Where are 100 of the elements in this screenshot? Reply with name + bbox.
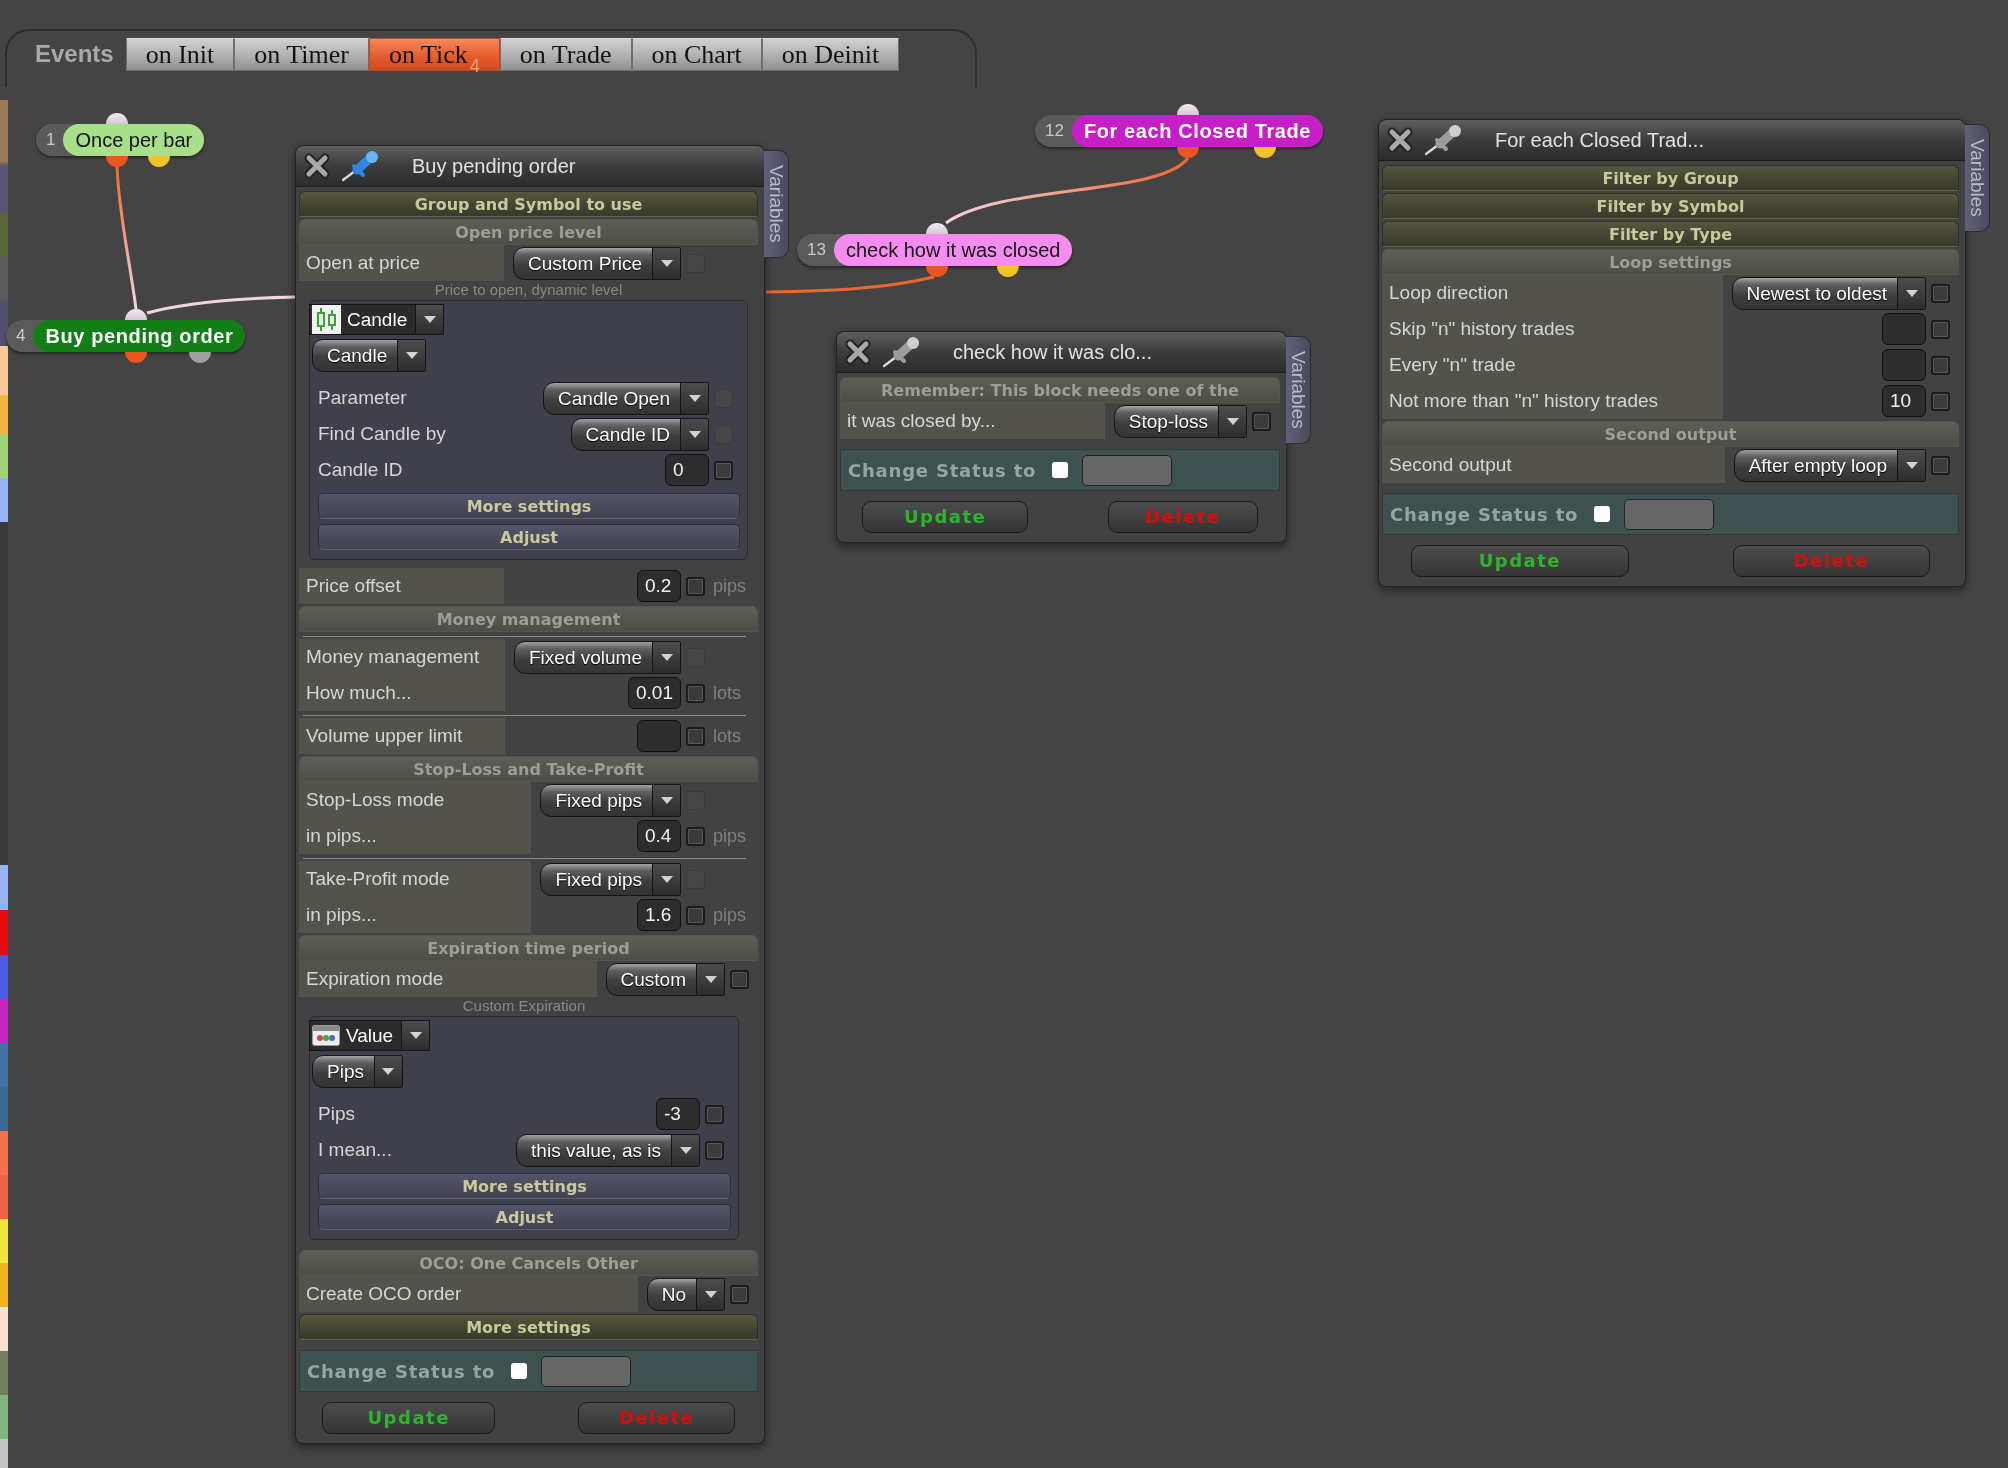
checkbox[interactable]	[705, 1140, 724, 1160]
section-header[interactable]: Group and Symbol to use	[299, 191, 758, 217]
tab[interactable]: on Chart	[631, 38, 762, 71]
close-icon[interactable]	[303, 152, 331, 180]
status-field[interactable]	[541, 1355, 632, 1387]
checkbox[interactable]	[730, 969, 749, 989]
status-checkbox[interactable]	[1594, 506, 1611, 522]
checkbox[interactable]	[730, 1284, 749, 1304]
input-field[interactable]: 1.6	[637, 899, 681, 931]
dropdown[interactable]: Custom	[605, 962, 725, 996]
checkbox[interactable]	[714, 460, 733, 480]
checkbox[interactable]	[1931, 319, 1950, 339]
tab[interactable]: on Tick$_{4}$	[368, 38, 500, 71]
caret-icon	[680, 382, 708, 414]
flow-node[interactable]: 4 Buy pending order	[6, 320, 246, 352]
checkbox[interactable]	[686, 576, 705, 596]
checkbox[interactable]	[686, 826, 705, 846]
dropdown[interactable]: After empty loop	[1733, 448, 1926, 482]
input-port-icon[interactable]	[1177, 104, 1199, 115]
dropdown[interactable]: this value, as is	[516, 1133, 700, 1167]
section-header[interactable]: More settings	[318, 1173, 731, 1199]
output-port-icon[interactable]	[125, 352, 147, 363]
tab[interactable]: on Deinit	[761, 38, 900, 71]
caret-icon	[1897, 449, 1925, 481]
checkbox[interactable]	[705, 1104, 724, 1124]
status-field[interactable]	[1082, 454, 1173, 486]
flow-node[interactable]: 13 check how it was closed	[797, 234, 1073, 266]
source-selector[interactable]: Value	[309, 1020, 431, 1051]
output-port-icon[interactable]	[997, 266, 1019, 277]
dropdown[interactable]: Candle Open	[543, 381, 709, 415]
dropdown[interactable]: Fixed volume	[514, 640, 681, 674]
status-field[interactable]	[1624, 498, 1715, 530]
unit-label: lots	[712, 682, 741, 703]
source-selector[interactable]: Candle	[309, 304, 445, 335]
input-field[interactable]: 0.4	[637, 820, 681, 852]
field-label: Parameter	[317, 386, 408, 410]
dropdown[interactable]: Pips	[312, 1055, 403, 1088]
side-tab[interactable]: Variables	[764, 150, 789, 258]
dropdown[interactable]: Stop-loss	[1113, 404, 1247, 438]
output-port-icon[interactable]	[1177, 147, 1199, 158]
tab[interactable]: on Trade	[499, 38, 632, 71]
close-icon[interactable]	[1386, 126, 1414, 154]
checkbox[interactable]	[1931, 355, 1950, 375]
tab[interactable]: on Init	[125, 38, 235, 71]
input-field[interactable]: 0.01	[628, 677, 681, 709]
close-icon[interactable]	[844, 338, 872, 366]
section-header[interactable]: Filter by Group	[1382, 165, 1959, 191]
dropdown[interactable]: Custom Price	[512, 246, 681, 280]
section-header[interactable]: More settings	[318, 493, 740, 519]
section-header[interactable]: Adjust	[318, 1204, 731, 1230]
output-port-icon[interactable]	[189, 352, 211, 363]
side-tab[interactable]: Variables	[1965, 124, 1990, 232]
flow-node[interactable]: 1 Once per bar	[36, 124, 205, 156]
field-label: in pips...	[299, 897, 532, 933]
checkbox[interactable]	[686, 683, 705, 703]
output-port-icon[interactable]	[106, 156, 128, 167]
caret-icon	[1897, 277, 1925, 309]
checkbox[interactable]	[1931, 283, 1950, 303]
status-label: Change Status to	[307, 1359, 496, 1384]
section-header[interactable]: Filter by Symbol	[1382, 193, 1959, 219]
checkbox[interactable]	[686, 726, 705, 746]
dropdown[interactable]: Candle	[312, 339, 427, 372]
input-port-icon[interactable]	[926, 223, 948, 234]
section-header[interactable]: Filter by Type	[1382, 221, 1959, 247]
hint-text: Price to open, dynamic level	[433, 281, 624, 299]
caret-icon	[401, 1021, 430, 1050]
checkbox[interactable]	[686, 905, 705, 925]
status-checkbox[interactable]	[511, 1363, 528, 1379]
update-button[interactable]: Update	[862, 501, 1029, 533]
side-tab[interactable]: Variables	[1286, 336, 1311, 444]
tab[interactable]: on Timer	[234, 38, 369, 71]
input-port-icon[interactable]	[106, 113, 128, 124]
dropdown[interactable]: Fixed pips	[540, 862, 681, 896]
status-checkbox[interactable]	[1052, 462, 1069, 478]
flow-node[interactable]: 12 For each Closed Trade	[1035, 115, 1324, 147]
input-field[interactable]: -3	[656, 1098, 700, 1130]
input-field[interactable]	[1882, 313, 1926, 345]
dropdown[interactable]: Candle ID	[570, 417, 709, 451]
input-field[interactable]	[1882, 349, 1926, 381]
dropdown[interactable]: Newest to oldest	[1731, 276, 1926, 310]
output-port-icon[interactable]	[1254, 147, 1276, 158]
dropdown[interactable]: No	[646, 1277, 725, 1311]
node-number: 1	[46, 129, 56, 152]
section-header[interactable]: Adjust	[318, 524, 740, 550]
input-field[interactable]: 10	[1882, 385, 1926, 417]
checkbox[interactable]	[1931, 391, 1950, 411]
field-label: Pips	[317, 1102, 356, 1126]
input-field[interactable]: 0	[665, 454, 709, 486]
candle-chart-icon	[312, 305, 341, 334]
section-header[interactable]: More settings	[299, 1314, 758, 1340]
input-port-icon[interactable]	[125, 309, 147, 320]
output-port-icon[interactable]	[926, 266, 948, 277]
output-port-icon[interactable]	[148, 156, 170, 167]
dropdown[interactable]: Fixed pips	[540, 783, 681, 817]
update-button[interactable]: Update	[1410, 545, 1629, 577]
input-field[interactable]: 0.2	[637, 570, 681, 602]
input-field[interactable]	[637, 720, 681, 752]
checkbox[interactable]	[1931, 455, 1950, 475]
checkbox[interactable]	[1252, 411, 1271, 431]
update-button[interactable]: Update	[321, 1402, 496, 1434]
